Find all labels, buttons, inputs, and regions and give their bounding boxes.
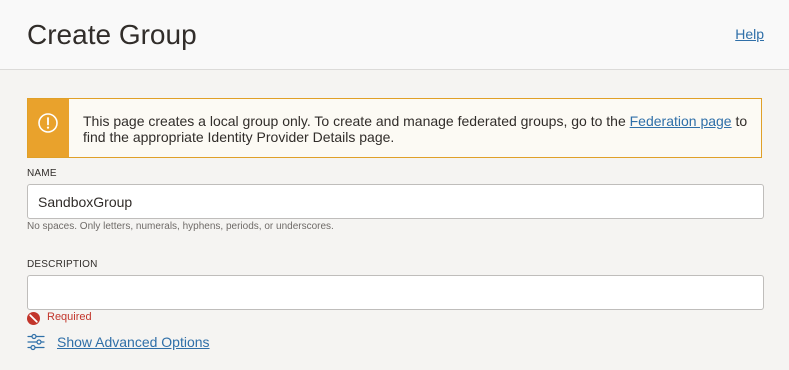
warning-circle-icon (38, 113, 58, 133)
error-icon (27, 312, 40, 325)
name-input[interactable] (27, 184, 764, 219)
error-message: Required (47, 311, 92, 323)
banner-text-before: This page creates a local group only. To… (83, 113, 630, 129)
show-advanced-options-label[interactable]: Show Advanced Options (57, 334, 210, 350)
page-header: Create Group Help (0, 0, 789, 70)
help-link[interactable]: Help (735, 26, 764, 42)
info-banner: This page creates a local group only. To… (27, 98, 762, 158)
name-hint: No spaces. Only letters, numerals, hyphe… (27, 221, 334, 232)
description-input[interactable] (27, 275, 764, 310)
banner-icon-bar (28, 99, 69, 157)
banner-message: This page creates a local group only. To… (83, 113, 753, 145)
description-label: DESCRIPTION (27, 259, 98, 270)
federation-page-link[interactable]: Federation page (630, 113, 732, 129)
sliders-icon (27, 333, 45, 351)
name-label: NAME (27, 168, 57, 179)
page-title: Create Group (27, 19, 197, 50)
